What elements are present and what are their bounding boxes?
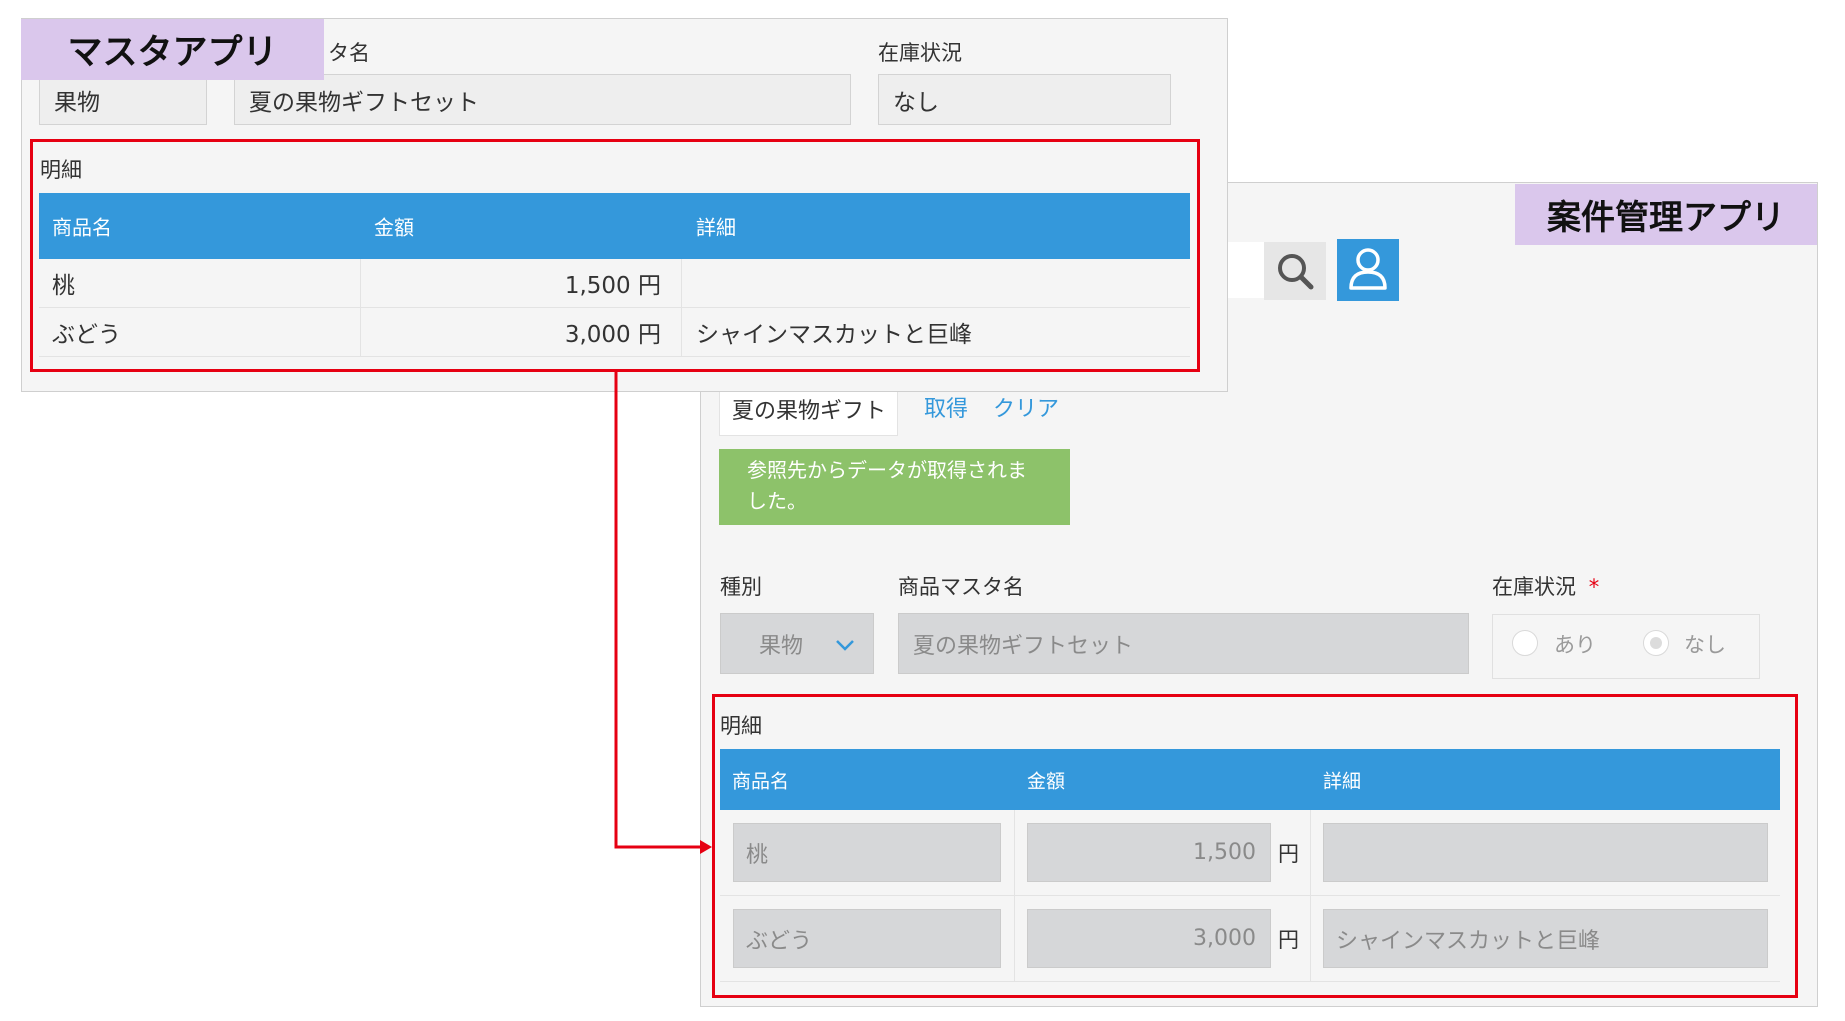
search-button[interactable] <box>1264 242 1326 300</box>
project-app-badge: 案件管理アプリ <box>1515 184 1817 245</box>
master-category-field: 果物 <box>39 74 207 125</box>
clear-button[interactable]: クリア <box>993 391 1059 423</box>
stock-option-label: なし <box>1684 633 1726 657</box>
get-button[interactable]: 取得 <box>924 391 968 423</box>
lookup-success-notice: 参照先からデータが取得されました。 <box>719 449 1070 525</box>
category-select-value: 果物 <box>759 633 804 659</box>
master-app-badge: マスタアプリ <box>21 19 324 80</box>
chevron-down-icon <box>836 640 854 651</box>
stock-radio-ari[interactable] <box>1512 630 1538 656</box>
master-product-name-field: 夏の果物ギフトセット <box>234 74 851 125</box>
user-icon <box>1349 248 1387 290</box>
stock-label: 在庫状況 * <box>1492 575 1600 599</box>
user-select-button[interactable] <box>1337 239 1399 301</box>
master-name-field[interactable]: 夏の果物ギフトセット <box>898 613 1469 674</box>
arrow-line <box>614 372 702 849</box>
search-input[interactable] <box>1228 242 1264 298</box>
stock-radio-nashi[interactable] <box>1643 630 1669 656</box>
stock-option-label: あり <box>1554 633 1596 657</box>
category-select[interactable]: 果物 <box>720 613 874 674</box>
required-mark: * <box>1588 575 1600 599</box>
master-name-label: タ名 <box>328 41 370 65</box>
master-name-label: 商品マスタ名 <box>898 575 1024 599</box>
stock-label: 在庫状況 <box>878 41 962 65</box>
category-label: 種別 <box>720 575 762 599</box>
search-icon <box>1278 254 1314 290</box>
master-detail-highlight <box>30 139 1200 372</box>
project-detail-highlight <box>712 694 1798 998</box>
master-stock-field: なし <box>878 74 1171 125</box>
